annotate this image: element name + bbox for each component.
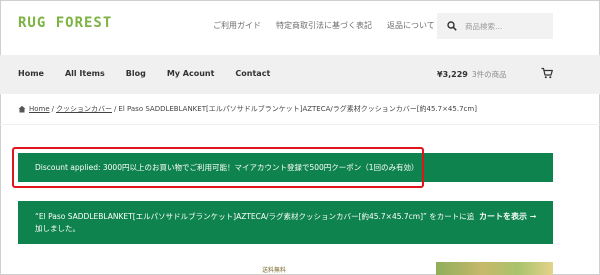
product-tag-text: 送料無料: [262, 267, 287, 274]
home-icon: [18, 105, 26, 113]
breadcrumb-home-link[interactable]: Home: [29, 105, 50, 113]
cart-icon[interactable]: [541, 67, 553, 79]
view-cart-button[interactable]: カートを表示 ➞: [479, 211, 537, 222]
breadcrumb: Home / クッションカバー / El Paso SADDLEBLANKET[…: [18, 104, 477, 114]
site-logo[interactable]: RUG FOREST: [18, 15, 112, 31]
added-to-cart-text: “El Paso SADDLEBLANKET[エルパソサドルブランケット]AZT…: [35, 212, 475, 233]
discount-notice-text: Discount applied: 3000円以上のお買い物でご利用可能！マイア…: [35, 163, 419, 172]
cart-count: 3件の商品: [471, 70, 507, 79]
search-box[interactable]: [437, 13, 553, 39]
cart-amount: ¥3,229: [437, 70, 468, 79]
breadcrumb-category-link[interactable]: クッションカバー: [56, 104, 112, 114]
nav-item-all-items[interactable]: All Items: [65, 69, 105, 78]
top-links: ご利用ガイド 特定商取引法に基づく表記 返品について: [213, 20, 435, 31]
nav-item-blog[interactable]: Blog: [126, 69, 146, 78]
search-icon: [447, 21, 457, 31]
nav-item-contact[interactable]: Contact: [235, 69, 270, 78]
nav-item-home[interactable]: Home: [18, 69, 44, 78]
header-divider: [0, 124, 600, 125]
top-link-legal[interactable]: 特定商取引法に基づく表記: [276, 20, 372, 31]
top-link-returns[interactable]: 返品について: [387, 20, 435, 31]
product-thumbnail[interactable]: [436, 262, 553, 275]
primary-nav: Home All Items Blog My Acount Contact: [18, 69, 270, 78]
nav-item-my-account[interactable]: My Acount: [167, 69, 215, 78]
search-input[interactable]: [465, 21, 551, 31]
cart-summary[interactable]: ¥3,229 3件の商品: [437, 69, 507, 80]
added-to-cart-notice: “El Paso SADDLEBLANKET[エルパソサドルブランケット]AZT…: [18, 201, 553, 244]
discount-notice: Discount applied: 3000円以上のお買い物でご利用可能！マイア…: [18, 153, 553, 182]
breadcrumb-separator: /: [51, 105, 55, 113]
breadcrumb-separator: /: [114, 105, 117, 113]
primary-nav-bar: Home All Items Blog My Acount Contact ¥3…: [0, 55, 600, 94]
breadcrumb-current: El Paso SADDLEBLANKET[エルパソサドルブランケット]AZTE…: [118, 105, 477, 113]
top-link-guide[interactable]: ご利用ガイド: [213, 20, 261, 31]
